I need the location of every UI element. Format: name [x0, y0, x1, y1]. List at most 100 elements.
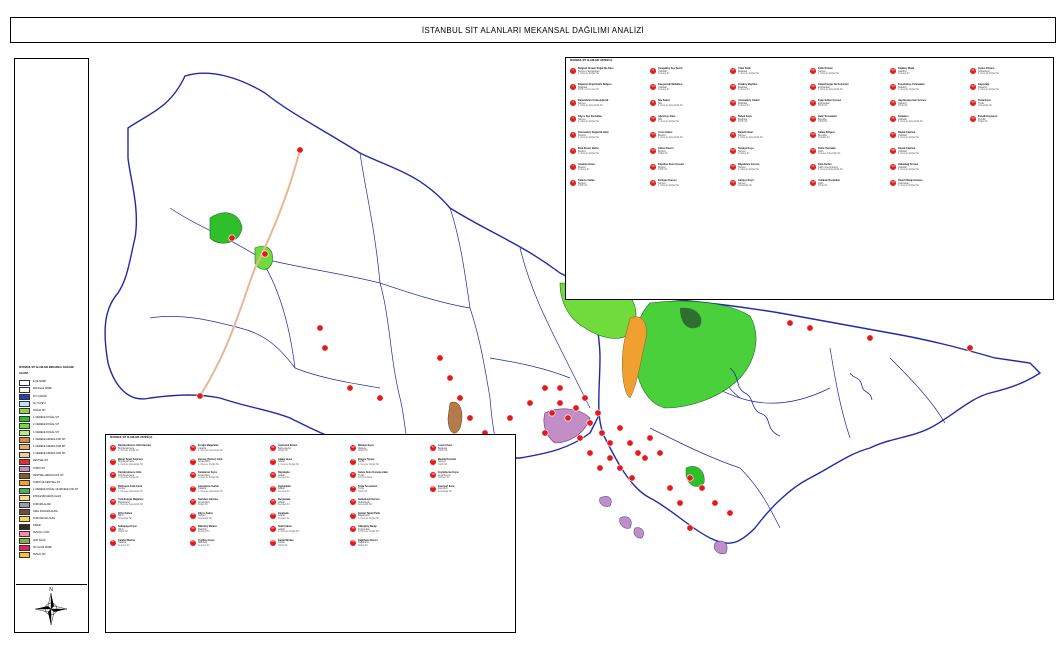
site-marker [436, 354, 444, 362]
site-entry-text: Emirgan Korusu Sarıyer 1. Derece Doğal Sit [658, 179, 726, 188]
site-entry-text: Levent Kasrı Beşiktaş Tarihi Sit [438, 444, 506, 453]
site-marker [556, 399, 564, 407]
site-entry-text: Kilyos Kıyı Kumulları Sarıyer 2. Derece Do… [578, 115, 646, 124]
site-marker [196, 392, 204, 400]
site-entry: 13 Yoros Kalesi Beykoz 1. Derece Arkeolojik… [650, 131, 726, 140]
legend-item: 1. DERECE ARKEOLOJİK SİT [19, 437, 66, 444]
site-degree: Tarihi Sit [818, 120, 828, 124]
legend-item: 3. DERECE DOĞAL SİT [19, 429, 59, 436]
site-marker [676, 499, 684, 507]
site-number-badge: 69 [350, 445, 356, 451]
site-entry-text: Maslak Kasırları Sarıyer Tarihi Sit [438, 458, 506, 467]
site-entry: 78 Maslak Kasırları Sarıyer Tarihi Sit [430, 458, 506, 467]
legend-swatch [19, 480, 30, 487]
site-entry-text: Büyükada Adalar Kentsel Sit [278, 471, 346, 480]
site-degree: Tarihi Sit [738, 120, 748, 124]
site-entry: 24 Garipçe Köyü Sarıyer Arkeolojik Sit [730, 179, 806, 188]
site-marker [376, 394, 384, 402]
site-entry: 7 Anadolu Hisarı Beykoz Kentsel Sit [570, 163, 646, 172]
site-marker [594, 409, 602, 417]
site-entry-text: Validebağ Korusu Üsküdar 1. Derece Doğal S… [898, 163, 966, 172]
site-degree: Tarihi Sit [278, 543, 288, 547]
site-degree: Tarihi ve Kentsel Sit [578, 88, 599, 92]
site-entry-text: Pendik Kaynarca Pendik Doğal Sit [978, 115, 1046, 124]
site-number-badge: 80 [430, 485, 436, 492]
site-entry: 36 Kızkulesi Üsküdar 1. Derece Arkeolojik S… [890, 115, 966, 124]
legend-swatch [19, 393, 30, 400]
legend-label: 2. DERECE DOĞAL SİT [33, 423, 59, 427]
site-entry: 22 Tarabya Koyu Sarıyer Kentsel Sit [730, 147, 806, 156]
site-marker [598, 429, 606, 437]
north-arrow-box: N [16, 584, 87, 633]
site-degree: Kentsel Sit [658, 88, 670, 92]
site-number-badge: 41 [970, 68, 976, 74]
legend-swatch [19, 494, 30, 501]
site-number-badge: 32 [810, 180, 816, 186]
site-degree: Doğal Sit [658, 152, 668, 156]
site-degree: Doğal Sit [198, 503, 208, 507]
site-entry: 14 Göksu Deresi Beykoz Doğal Sit [650, 147, 726, 156]
site-number-badge: 70 [350, 458, 356, 465]
site-entry: 69 Maltepe Kıyısı Maltepe Doğal Sit [350, 444, 426, 453]
site-number-badge: 18 [730, 84, 736, 90]
site-number-badge: 64 [270, 485, 276, 492]
site-entry: 52 Çatalca Merkez Çatalca Kentsel Sit [110, 539, 186, 548]
legend-item: DOĞAL SİT [19, 408, 46, 415]
site-entry-text: Kara Surları Fatih / Zeytinburnu 1. Derece… [818, 163, 886, 172]
site-entry: 51 Selimpaşa Kıyısı Silivri Doğal Sit [110, 525, 186, 534]
legend-item: 2. DERECE ARKEOLOJİK SİT [19, 444, 66, 451]
site-degree: 1. Derece Doğal Sit [738, 72, 759, 76]
site-number-badge: 29 [810, 132, 816, 138]
legend-subtitle: LEJANT [19, 372, 29, 375]
site-entry-text: Büyük Çamlıca Üsküdar 1. Derece Doğal Sit [898, 131, 966, 140]
legend-label: 1. DERECE DOĞAL VE ARKEOLOJİK SİT [33, 488, 79, 492]
site-entry: 29 Galata Bölgesi Beyoğlu Kentsel Sit [810, 131, 886, 140]
site-number-badge: 59 [190, 526, 196, 532]
site-degree: 1. Derece Arkeolojik Sit [738, 136, 763, 140]
site-entry-text: Tuzla Tersaneleri Tuzla Tarihi Sit [358, 485, 426, 494]
site-entry-text: Kayışdağı Ataşehir 2. Derece Doğal Sit [978, 83, 1046, 92]
site-entry-text: Esenyurt Kıraç Esenyurt Arkeolojik Sit [438, 485, 506, 494]
site-entry-text: Eyüp Sultan Çevresi Eyüpsultan Tarihi Sit [818, 99, 886, 108]
legend-swatch [19, 473, 30, 480]
legend-label: 1. DERECE ARKEOLOJİK SİT [33, 437, 66, 441]
site-number-badge: 8 [570, 180, 576, 186]
site-number-badge: 20 [730, 116, 736, 122]
legend-label: İLÇE SINIRI [33, 380, 47, 384]
map-sheet: İSTANBUL SİT ALANLARI MEKANSAL DAĞILIMI … [0, 0, 1064, 649]
site-number-badge: 37 [890, 132, 896, 138]
site-entry-text: Fenerbahçe Yarımadası Kadıköy 2. Derece Do… [898, 83, 966, 92]
site-number-badge: 1 [570, 68, 576, 74]
legend-item: İLÇE SINIRI [19, 379, 47, 386]
site-entry: 4 Kilyos Kıyı Kumulları Sarıyer 2. Derece D… [570, 115, 646, 124]
site-number-badge: 77 [430, 445, 436, 451]
site-degree: Tarihi Sit [578, 184, 588, 188]
site-degree: 1. Derece Doğal Sit [658, 184, 679, 188]
site-marker [666, 484, 674, 492]
site-entry-text: Ağva Kıyı Alanı Şile 2. Derece Doğal Sit [658, 115, 726, 124]
site-entry-text: Yarımburgaz Mağarası Başakşehir 1. Derece … [118, 498, 186, 507]
site-marker [628, 474, 636, 482]
site-marker [564, 414, 572, 422]
legend-item: TESCİLLİ YAPI [19, 530, 49, 537]
site-degree: 1. Derece Arkeolojik Sit [118, 489, 143, 493]
legend-item: KIYI ÇİZGİSİ [19, 393, 47, 400]
province-outline-europe [104, 72, 612, 459]
site-number-badge: 12 [650, 116, 656, 122]
site-degree: Doğal Sit [358, 449, 368, 453]
site-entry: 3 Rumelifeneri Arkeolojik Sit Sarıyer 1. De… [570, 99, 646, 108]
site-entry: 70 Dragos Tepesi Kartal 2. Derece Doğal Sit [350, 458, 426, 467]
site-entry: 49 Yarımburgaz Mağarası Başakşehir 1. Derec… [110, 498, 186, 507]
site-degree: 1. Derece Arkeolojik Sit [118, 462, 143, 466]
legend-label: ÖZEL KORUMA ALANI [33, 509, 58, 513]
site-number-badge: 5 [570, 132, 576, 138]
site-degree: Arkeolojik Sit [118, 516, 132, 520]
site-entry: 80 Esenyurt Kıraç Esenyurt Arkeolojik Sit [430, 485, 506, 494]
site-degree: 2. Derece Doğal Sit [358, 530, 379, 534]
legend-swatch [19, 437, 30, 444]
site-entry: 50 Silivri Kalesi Silivri Arkeolojik Sit [110, 512, 186, 521]
legend-label: DİĞER [33, 524, 41, 528]
site-entry-text: Göksu Deresi Beykoz Doğal Sit [658, 147, 726, 156]
site-entry: 8 Kanlıca Yalıları Beykoz Tarihi Sit [570, 179, 646, 188]
site-entry: 45 Büyükçekmece Gölü Havzası Büyükçekmece 2… [110, 444, 186, 453]
